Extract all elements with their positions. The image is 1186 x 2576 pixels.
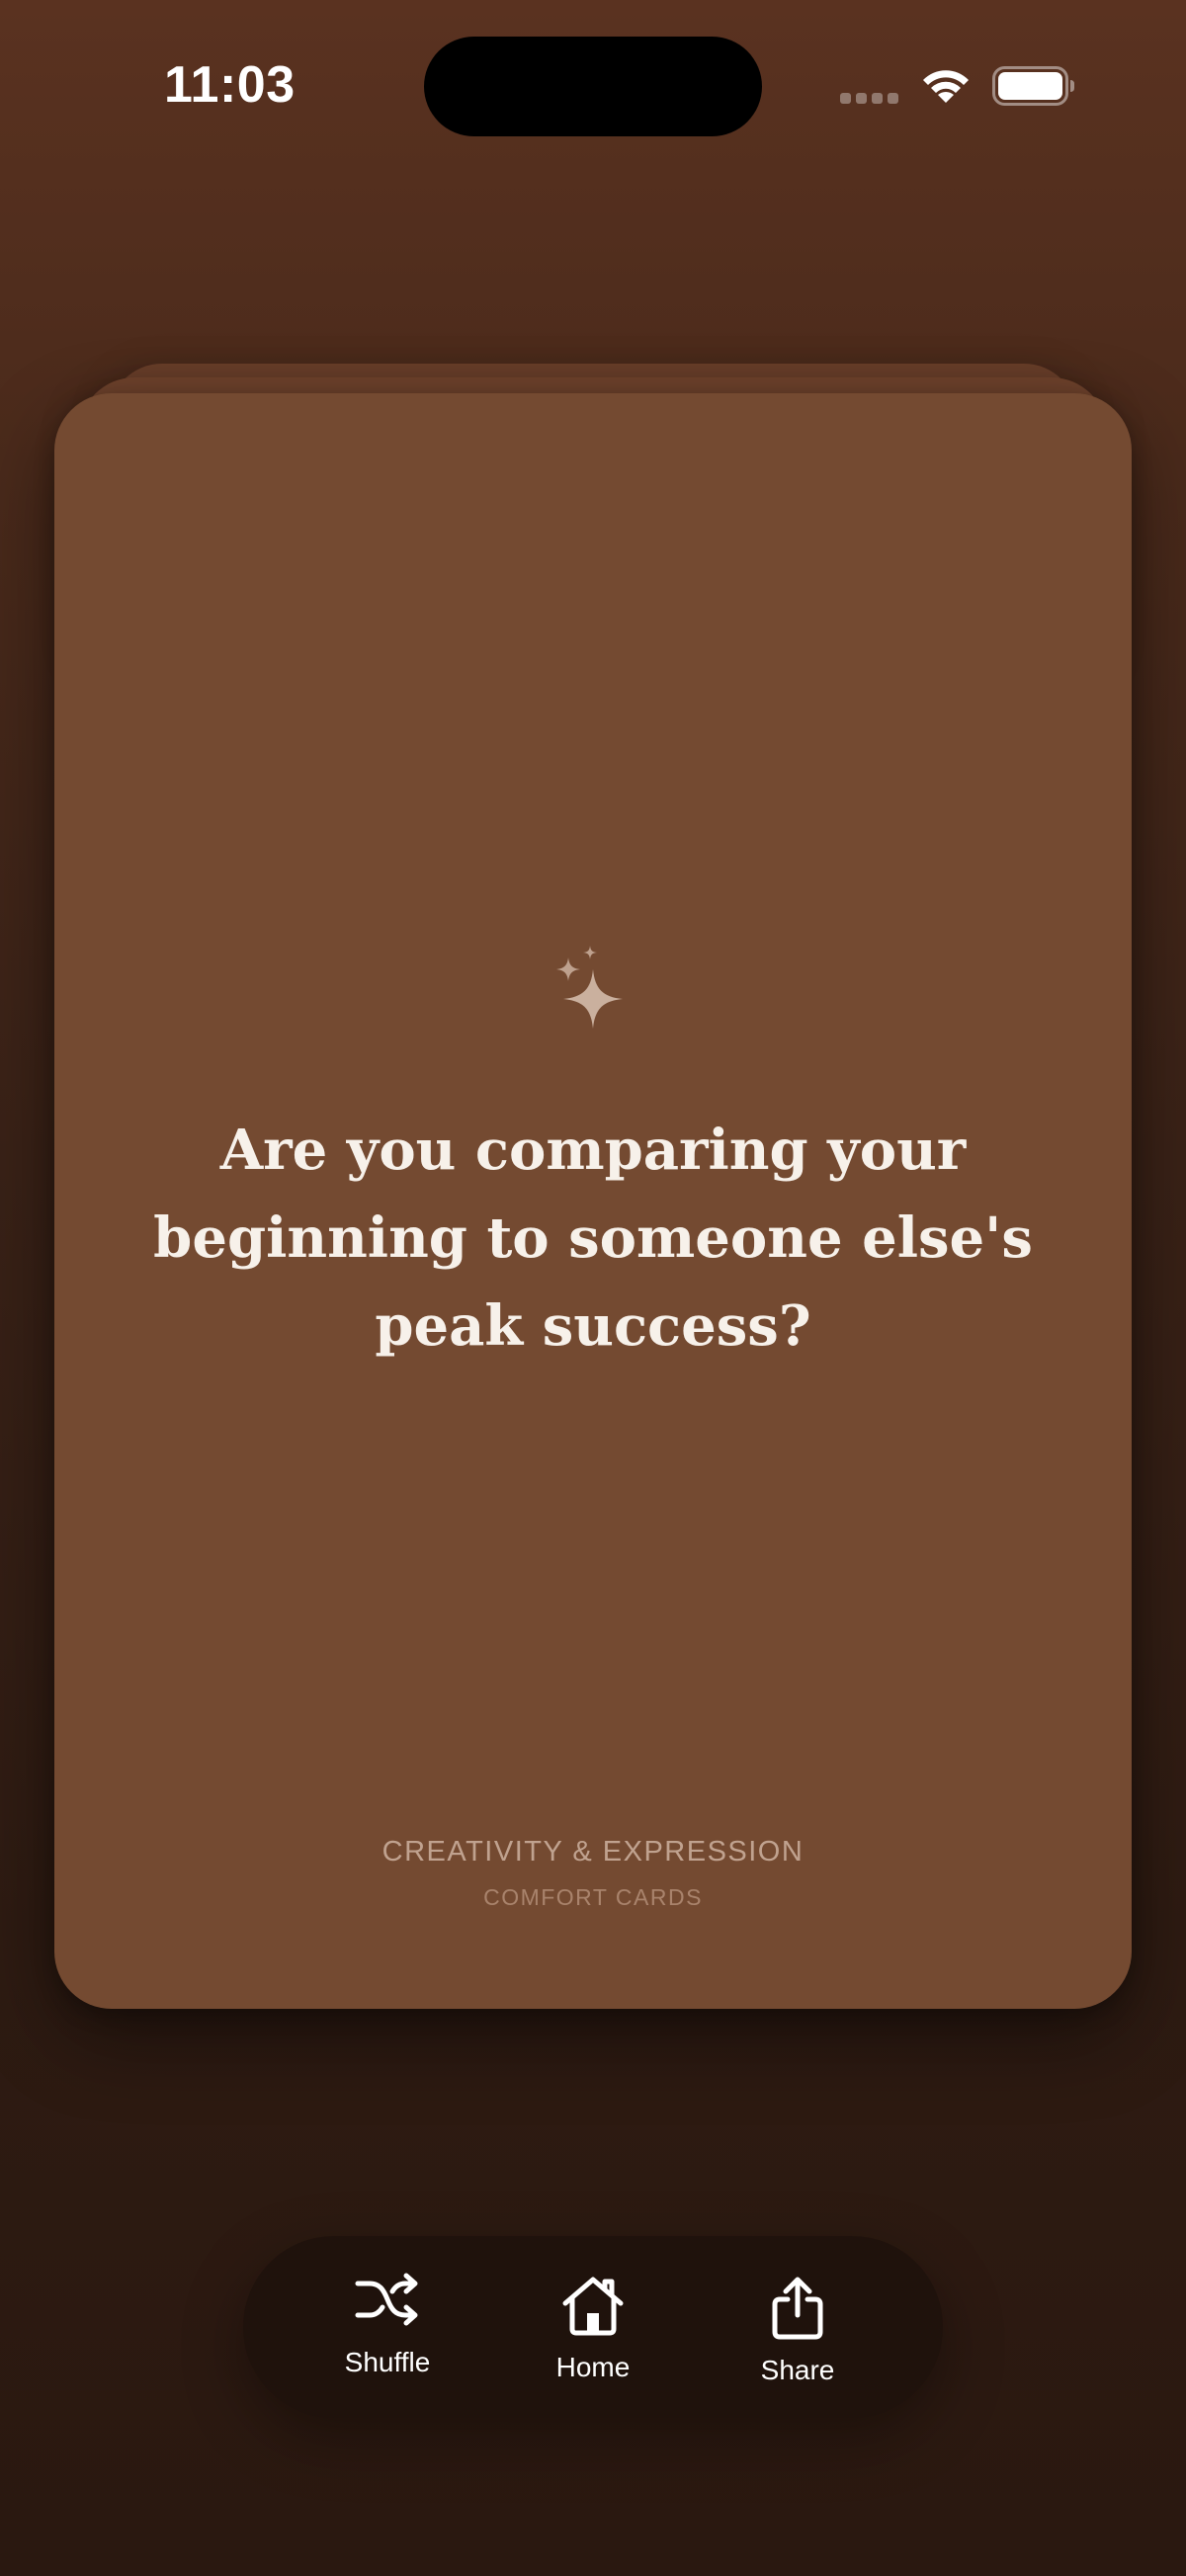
home-button[interactable]: Home <box>494 2236 692 2418</box>
signal-icon <box>840 93 901 105</box>
wifi-icon <box>923 70 969 103</box>
shuffle-label: Shuffle <box>344 2347 431 2377</box>
shuffle-button[interactable]: Shuffle <box>289 2236 486 2418</box>
share-button[interactable]: Share <box>699 2236 896 2418</box>
status-bar: 11:03 <box>0 0 1186 178</box>
shuffle-icon <box>355 2273 418 2326</box>
card-question: Are you comparing your beginning to some… <box>153 1118 1033 1359</box>
home-icon <box>562 2277 624 2336</box>
card-brand: COMFORT CARDS <box>483 1884 703 1910</box>
home-label: Home <box>555 2352 631 2382</box>
card-category: CREATIVITY & EXPRESSION <box>381 1836 805 1868</box>
sparkles-icon <box>556 946 623 1029</box>
dynamic-island <box>424 37 762 136</box>
bottom-toolbar: Shuffle Home Share <box>243 2236 943 2418</box>
battery-icon <box>992 66 1074 106</box>
share-label: Share <box>760 2355 835 2385</box>
share-icon <box>772 2277 823 2340</box>
status-time: 11:03 <box>164 56 296 114</box>
